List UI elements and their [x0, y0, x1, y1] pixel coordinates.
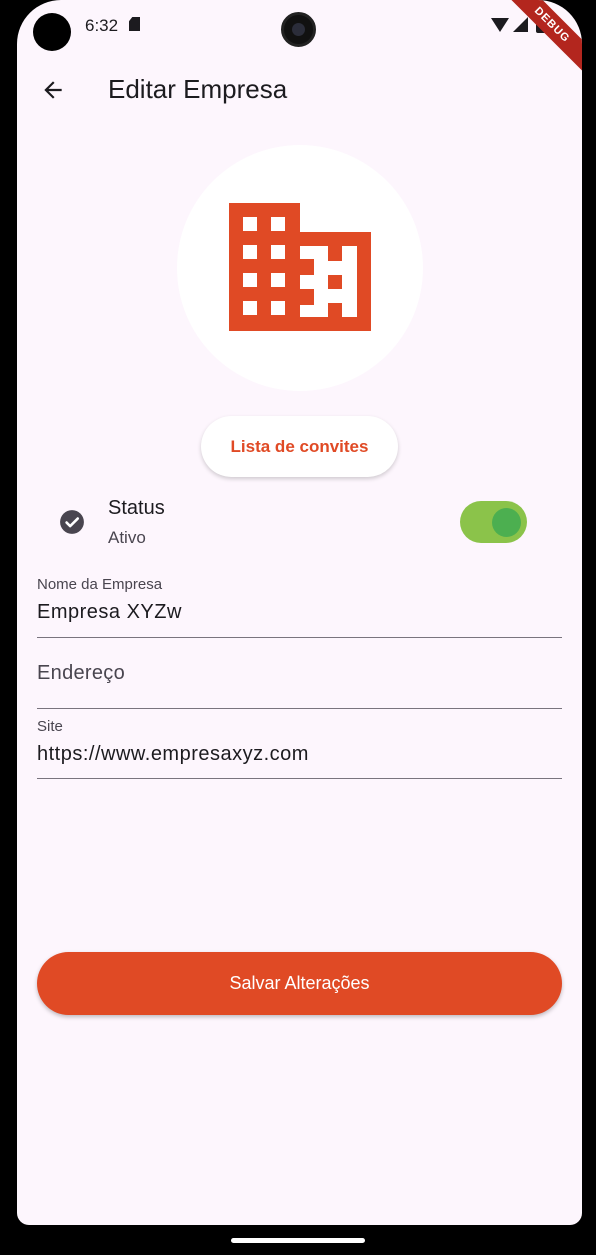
status-switch[interactable]: [460, 501, 527, 543]
page-title: Editar Empresa: [108, 74, 288, 104]
save-changes-button[interactable]: Salvar Alterações: [37, 952, 562, 1015]
back-button[interactable]: [31, 68, 75, 112]
phone-frame: 6:32 DEBUG Editar Empresa Lista de convi…: [0, 0, 596, 1255]
sd-card-icon: [129, 17, 140, 31]
site-label: Site: [37, 718, 63, 735]
company-name-value: Empresa XYZw: [37, 601, 182, 623]
status-row: Status Ativo: [17, 490, 582, 555]
status-time: 6:32: [85, 16, 119, 35]
address-field[interactable]: Endereço: [37, 644, 562, 709]
site-field[interactable]: Site https://www.empresaxyz.com: [37, 716, 562, 779]
home-indicator[interactable]: [231, 1238, 365, 1243]
app-screen: 6:32 DEBUG Editar Empresa Lista de convi…: [17, 0, 582, 1225]
company-name-label: Nome da Empresa: [37, 576, 163, 593]
company-logo: [177, 145, 423, 391]
status-bar: 6:32 DEBUG: [17, 0, 582, 76]
status-value: Ativo: [108, 528, 146, 547]
signal-icon: [513, 17, 528, 32]
camera-lens: [281, 12, 316, 47]
address-placeholder: Endereço: [37, 662, 126, 684]
check-circle-icon: [60, 510, 84, 534]
site-value: https://www.empresaxyz.com: [37, 743, 309, 765]
status-label: Status: [108, 497, 165, 519]
app-bar: Editar Empresa: [17, 60, 582, 120]
switch-thumb: [492, 508, 521, 537]
wifi-icon: [491, 18, 509, 32]
company-name-field[interactable]: Nome da Empresa Empresa XYZw: [37, 574, 562, 638]
arrow-back-icon: [44, 81, 62, 99]
invite-list-button[interactable]: Lista de convites: [201, 416, 398, 477]
front-camera-cutout: [33, 13, 71, 51]
building-icon: [229, 203, 371, 331]
